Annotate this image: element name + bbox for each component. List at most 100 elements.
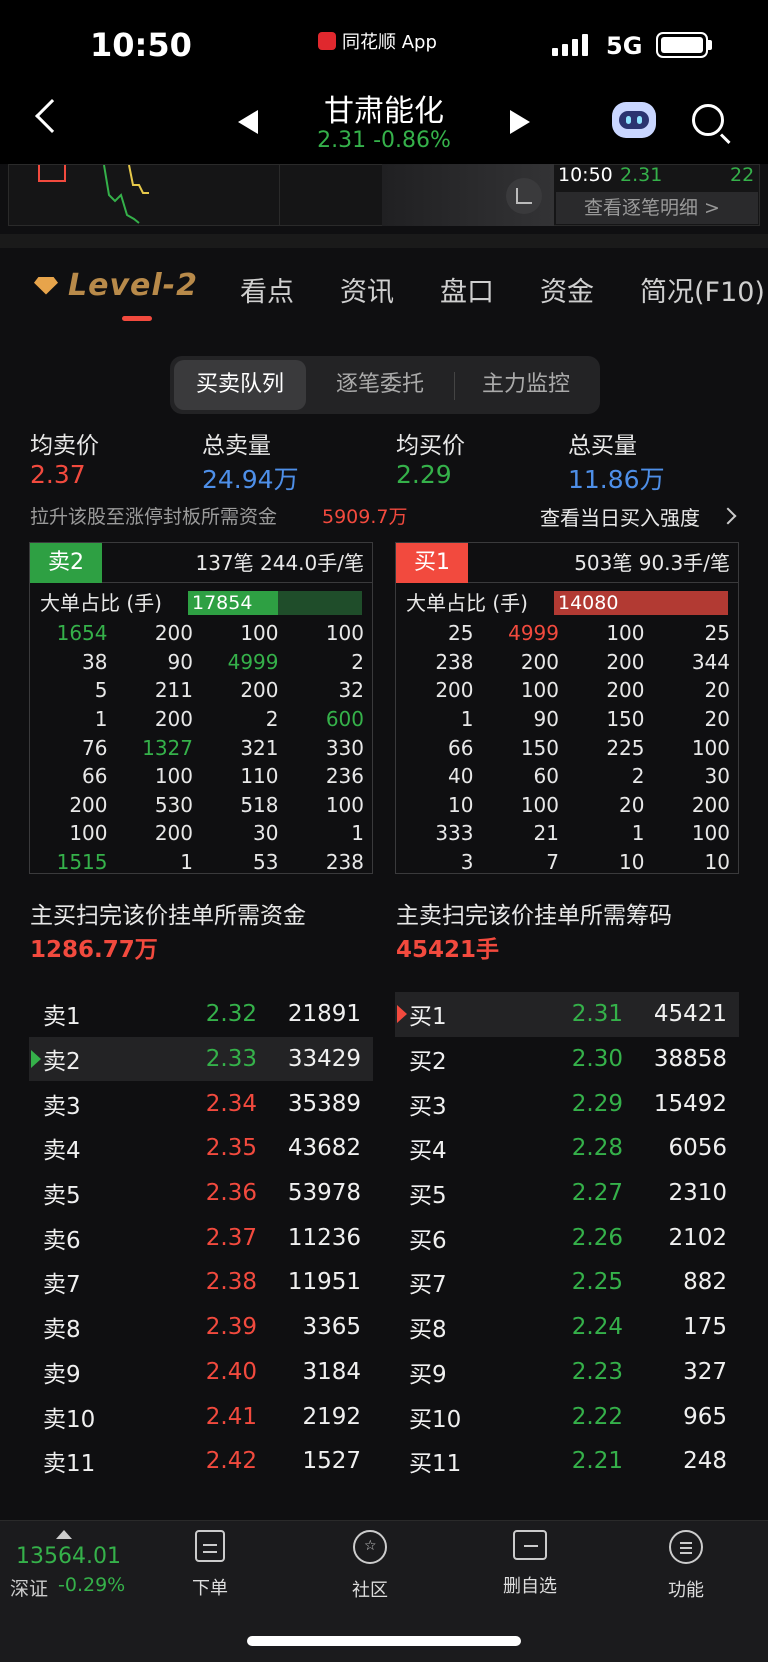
bid-level-volume: 175	[683, 1314, 727, 1341]
sell-queue-cell: 1327	[142, 735, 193, 760]
bid-level-row[interactable]: 买6 2.26 2102	[395, 1215, 739, 1260]
buy-big-order-bar: 14080	[554, 591, 728, 615]
bid-level-row[interactable]: 买4 2.28 6056	[395, 1126, 739, 1171]
tab-profile[interactable]: 简况(F10)	[640, 270, 765, 309]
tick-detail-button[interactable]: 查看逐笔明细 >	[556, 192, 758, 224]
nav-function-label: 功能	[668, 1580, 704, 1601]
avg-buy-label: 均买价	[396, 433, 465, 459]
sell-queue-cell: 66	[82, 764, 108, 789]
assistant-robot-icon[interactable]	[612, 102, 656, 138]
next-stock-icon[interactable]	[510, 110, 530, 134]
ask-level-row[interactable]: 卖5 2.36 53978	[29, 1171, 373, 1216]
bid-level-row[interactable]: 买7 2.25 882	[395, 1260, 739, 1305]
expand-icon[interactable]	[506, 178, 542, 214]
index-value[interactable]: 13564.01	[16, 1544, 121, 1569]
bid-level-row[interactable]: 买9 2.23 327	[395, 1350, 739, 1395]
ask-level-row[interactable]: 卖7 2.38 11951	[29, 1260, 373, 1305]
buy-queue-cell: 333	[435, 821, 474, 846]
ask-level-price: 2.42	[205, 1448, 257, 1475]
bid-level-price: 2.26	[571, 1224, 623, 1251]
sell-queue-cell: 100	[240, 621, 279, 646]
chevron-right-icon	[719, 507, 737, 525]
nav-remove-watchlist[interactable]: 删自选	[480, 1530, 580, 1598]
ask-level-row[interactable]: 卖11 2.42 1527	[29, 1439, 373, 1484]
buy-queue-cell: 100	[691, 735, 730, 760]
ask-level-row[interactable]: 卖8 2.39 3365	[29, 1305, 373, 1350]
ask-level-price: 2.34	[205, 1090, 257, 1117]
gem-icon	[34, 276, 58, 295]
ask-level-volume: 2192	[302, 1403, 361, 1430]
buy-sweep-label: 主买扫完该价挂单所需资金	[30, 903, 306, 929]
total-sell-label: 总卖量	[202, 433, 271, 459]
bid-level-label: 买1	[409, 1004, 447, 1031]
sell-queue-stat: 137笔 244.0手/笔	[195, 551, 364, 575]
bid-book: 买1 2.31 45421 买2 2.30 38858 买3 2.29 15492 买4 2.28 6…	[395, 992, 739, 1484]
ask-level-volume: 11236	[287, 1224, 361, 1251]
tab-order-book[interactable]: 盘口	[440, 270, 494, 309]
buy-queue-cell: 66	[448, 735, 474, 760]
segment-buy-sell-queue[interactable]: 买卖队列	[174, 360, 306, 410]
buy-queue-cell: 200	[691, 792, 730, 817]
tab-level2[interactable]: Level-2	[34, 268, 198, 303]
ask-level-price: 2.35	[205, 1135, 257, 1162]
bid-level-row[interactable]: 买11 2.21 248	[395, 1439, 739, 1484]
buy-queue-cell: 25	[704, 621, 730, 646]
app-badge[interactable]: 同花顺 App	[318, 28, 437, 54]
buy-queue-cell: 200	[520, 649, 559, 674]
bid-level-label: 买10	[409, 1406, 462, 1433]
nav-place-order[interactable]: 下单	[160, 1530, 260, 1600]
stock-price-change: 2.31 -0.86%	[317, 128, 451, 153]
tab-capital[interactable]: 资金	[540, 270, 594, 309]
buy-queue-tag: 买1	[396, 543, 468, 583]
bid-level-label: 买6	[409, 1227, 447, 1254]
buy-queue-cell: 100	[520, 792, 559, 817]
bid-level-row[interactable]: 买1 2.31 45421	[395, 992, 739, 1037]
ask-level-row[interactable]: 卖9 2.40 3184	[29, 1350, 373, 1395]
bid-level-row[interactable]: 买8 2.24 175	[395, 1305, 739, 1350]
buy-queue-row: 1 90 150 20	[396, 705, 738, 734]
buy-queue-row: 333 21 1 100	[396, 819, 738, 848]
buy-queue-cell: 20	[619, 792, 645, 817]
nav-function[interactable]: 功能	[636, 1530, 736, 1602]
ask-level-volume: 1527	[302, 1448, 361, 1475]
ask-level-label: 卖5	[43, 1183, 81, 1210]
ask-level-row[interactable]: 卖4 2.35 43682	[29, 1126, 373, 1171]
segment-main-monitor[interactable]: 主力监控	[456, 360, 596, 410]
segment-tick-orders[interactable]: 逐笔委托	[310, 360, 450, 410]
bid-level-row[interactable]: 买3 2.29 15492	[395, 1081, 739, 1126]
menu-circle-icon	[669, 1530, 703, 1564]
bid-level-row[interactable]: 买2 2.30 38858	[395, 1037, 739, 1082]
ask-level-volume: 11951	[287, 1269, 361, 1296]
buy-strength-link[interactable]: 查看当日买入强度	[540, 502, 700, 531]
sell-queue-cell: 100	[154, 764, 193, 789]
ask-level-price: 2.36	[205, 1180, 257, 1207]
prev-stock-icon[interactable]	[238, 110, 258, 134]
sell-queue-cell: 530	[154, 792, 193, 817]
expand-up-icon[interactable]	[56, 1530, 72, 1539]
current-level-marker-icon	[397, 1005, 407, 1024]
ask-level-row[interactable]: 卖6 2.37 11236	[29, 1215, 373, 1260]
search-icon[interactable]	[692, 104, 724, 136]
nav-community[interactable]: ☆ 社区	[320, 1530, 420, 1602]
tab-level2-label: Level-2	[68, 268, 198, 303]
sell-big-order-bar: 17854	[188, 591, 362, 615]
ask-level-row[interactable]: 卖1 2.32 21891	[29, 992, 373, 1037]
ask-level-row[interactable]: 卖3 2.34 35389	[29, 1081, 373, 1126]
ask-level-volume: 33429	[287, 1046, 361, 1073]
bid-level-row[interactable]: 买5 2.27 2310	[395, 1171, 739, 1216]
ask-level-row[interactable]: 卖2 2.33 33429	[29, 1036, 373, 1082]
bid-level-label: 买8	[409, 1317, 447, 1344]
buy-queue-cell: 30	[704, 764, 730, 789]
ask-level-row[interactable]: 卖10 2.41 2192	[29, 1394, 373, 1439]
buy-queue-stat: 503笔 90.3手/笔	[574, 551, 730, 575]
sell-queue-row: 200 530 518 100	[30, 791, 372, 820]
bid-level-row[interactable]: 买10 2.22 965	[395, 1394, 739, 1439]
home-indicator[interactable]	[247, 1636, 521, 1646]
buy-big-order-label: 大单占比 (手)	[406, 591, 528, 615]
ask-level-volume: 3365	[302, 1314, 361, 1341]
tab-news[interactable]: 资讯	[340, 270, 394, 309]
tab-highlights[interactable]: 看点	[240, 270, 294, 309]
bid-level-price: 2.31	[571, 1001, 623, 1028]
bid-level-label: 买7	[409, 1272, 447, 1299]
index-name: 深证	[10, 1578, 49, 1600]
